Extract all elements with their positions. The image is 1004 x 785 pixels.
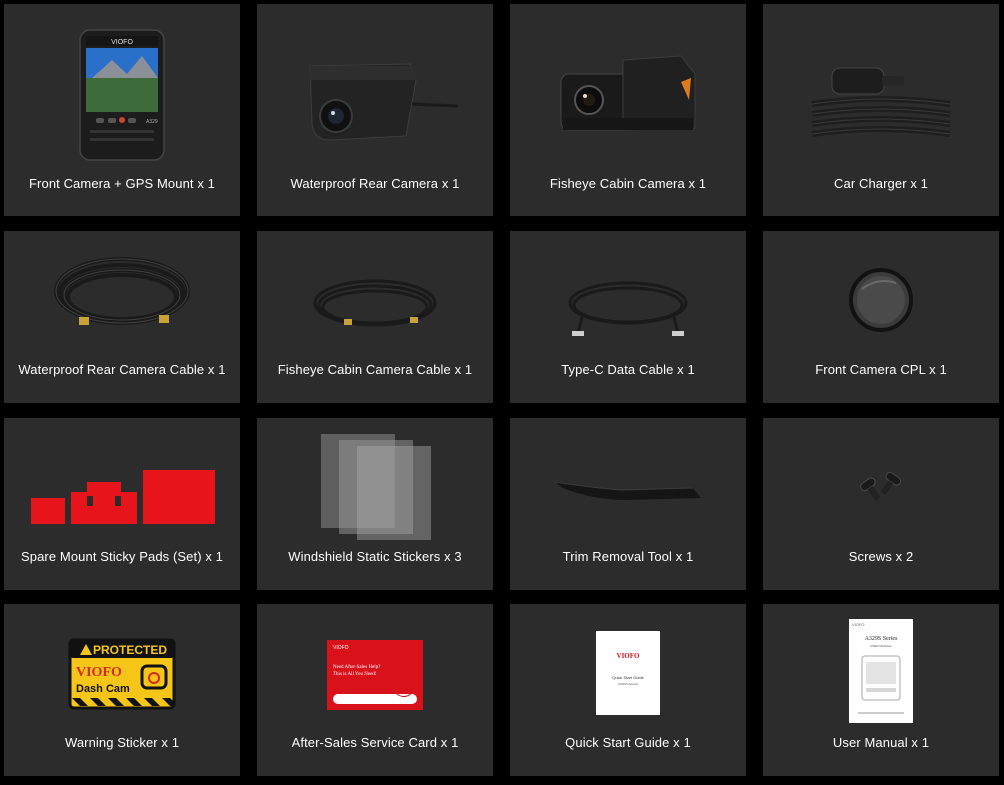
- svg-text:Quick Start Guide: Quick Start Guide: [612, 675, 644, 680]
- item-rear-cable: Waterproof Rear Camera Cable x 1: [4, 231, 240, 403]
- item-label: Warning Sticker x 1: [64, 735, 180, 750]
- item-label: Car Charger x 1: [834, 176, 928, 191]
- warning-sticker-icon: PROTECTED VIOFO Dash Cam: [4, 638, 240, 710]
- svg-text:(A329S Series): (A329S Series): [618, 682, 638, 686]
- item-rear-camera: Waterproof Rear Camera x 1: [257, 4, 493, 216]
- svg-text:VIOFO: VIOFO: [76, 665, 122, 680]
- quick-start-guide-icon: VIOFO Quick Start Guide (A329S Series): [510, 630, 746, 716]
- car-charger-icon: [763, 64, 999, 146]
- svg-text:Dash Cam: Dash Cam: [76, 683, 130, 695]
- cabin-cable-icon: [257, 275, 493, 341]
- sticky-pads-icon: [4, 468, 240, 528]
- item-cabin-cable: Fisheye Cabin Camera Cable x 1: [257, 231, 493, 403]
- item-label: Trim Removal Tool x 1: [562, 549, 694, 564]
- item-front-camera: VIOFO A329 Front Camera + GPS Mount x 1: [4, 4, 240, 216]
- item-label: After-Sales Service Card x 1: [291, 735, 459, 750]
- item-label: Spare Mount Sticky Pads (Set) x 1: [21, 549, 223, 564]
- svg-text:A329: A329: [146, 119, 158, 125]
- screws-icon: [763, 468, 999, 502]
- svg-text:Need After-Sales Help?: Need After-Sales Help?: [333, 665, 381, 670]
- item-static-stickers: Windshield Static Stickers x 3: [257, 418, 493, 590]
- svg-text:VIOFO: VIOFO: [852, 622, 864, 627]
- item-warning-sticker: PROTECTED VIOFO Dash Cam Warning Sticker…: [4, 604, 240, 776]
- item-sticky-pads: Spare Mount Sticky Pads (Set) x 1: [4, 418, 240, 590]
- svg-text:VIOFO: VIOFO: [617, 652, 641, 660]
- item-quick-start-guide: VIOFO Quick Start Guide (A329S Series) Q…: [510, 604, 746, 776]
- item-user-manual: VIOFO A329S Series USER MANUAL User Manu…: [763, 604, 999, 776]
- static-stickers-icon: [257, 432, 493, 542]
- svg-text:A329S Series: A329S Series: [865, 636, 898, 642]
- item-label: Type-C Data Cable x 1: [561, 362, 695, 377]
- item-label: Waterproof Rear Camera Cable x 1: [18, 362, 226, 377]
- item-label: Windshield Static Stickers x 3: [288, 549, 462, 564]
- item-type-c-cable: Type-C Data Cable x 1: [510, 231, 746, 403]
- item-label: Screws x 2: [848, 549, 914, 564]
- item-label: Fisheye Cabin Camera x 1: [549, 176, 707, 191]
- type-c-cable-icon: [510, 277, 746, 343]
- item-label: User Manual x 1: [832, 735, 930, 750]
- rear-cable-icon: [4, 251, 240, 341]
- svg-text:PROTECTED: PROTECTED: [93, 643, 167, 657]
- item-service-card: VIOFO Need After-Sales Help? This is All…: [257, 604, 493, 776]
- svg-text:VIOFO: VIOFO: [111, 39, 133, 46]
- item-label: Front Camera CPL x 1: [815, 362, 947, 377]
- item-trim-tool: Trim Removal Tool x 1: [510, 418, 746, 590]
- item-label: Quick Start Guide x 1: [565, 735, 691, 750]
- item-label: Front Camera + GPS Mount x 1: [29, 176, 215, 191]
- item-label: Fisheye Cabin Camera Cable x 1: [277, 362, 473, 377]
- svg-text:This is All You Need!: This is All You Need!: [333, 672, 377, 677]
- cpl-filter-icon: [763, 267, 999, 333]
- item-screws: Screws x 2: [763, 418, 999, 590]
- item-car-charger: Car Charger x 1: [763, 4, 999, 216]
- rear-camera-icon: [257, 60, 493, 150]
- trim-tool-icon: [510, 476, 746, 506]
- user-manual-icon: VIOFO A329S Series USER MANUAL: [763, 618, 999, 724]
- svg-text:USER MANUAL: USER MANUAL: [870, 644, 892, 648]
- item-cabin-camera: Fisheye Cabin Camera x 1: [510, 4, 746, 216]
- front-camera-icon: VIOFO A329: [4, 26, 240, 166]
- item-label: Waterproof Rear Camera x 1: [290, 176, 460, 191]
- service-card-icon: VIOFO Need After-Sales Help? This is All…: [257, 638, 493, 712]
- cabin-camera-icon: [510, 52, 746, 136]
- package-contents-grid: VIOFO A329 Front Camera + GPS Mount x 1: [0, 0, 1004, 785]
- svg-text:VIOFO: VIOFO: [333, 645, 349, 651]
- item-cpl: Front Camera CPL x 1: [763, 231, 999, 403]
